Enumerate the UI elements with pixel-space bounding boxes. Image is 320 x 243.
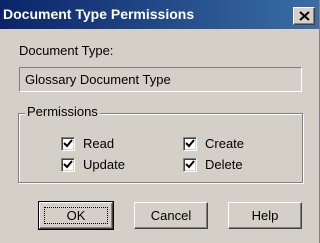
document-type-field: Glossary Document Type — [19, 67, 302, 92]
update-label[interactable]: Update — [83, 157, 125, 172]
read-label[interactable]: Read — [83, 136, 114, 151]
close-button[interactable] — [293, 7, 315, 25]
checkmark-icon — [185, 160, 195, 169]
help-button-label: Help — [251, 208, 279, 223]
delete-label[interactable]: Delete — [205, 157, 243, 172]
close-icon — [299, 11, 310, 21]
ok-button-label: OK — [66, 208, 86, 223]
document-type-label: Document Type: — [19, 43, 114, 58]
delete-checkbox[interactable] — [183, 158, 197, 172]
window-title: Document Type Permissions — [3, 6, 195, 22]
checkmark-icon — [63, 160, 73, 169]
update-checkbox[interactable] — [61, 158, 75, 172]
read-checkbox[interactable] — [61, 137, 75, 151]
document-type-value: Glossary Document Type — [25, 72, 171, 87]
create-label[interactable]: Create — [205, 136, 244, 151]
cancel-button[interactable]: Cancel — [134, 202, 208, 229]
help-button[interactable]: Help — [228, 202, 302, 229]
checkmark-icon — [63, 139, 73, 148]
ok-button[interactable]: OK — [38, 201, 114, 230]
document-type-permissions-dialog: Document Type Permissions Document Type:… — [0, 0, 320, 243]
checkmark-icon — [185, 139, 195, 148]
permissions-legend: Permissions — [25, 104, 100, 119]
create-checkbox[interactable] — [183, 137, 197, 151]
title-bar[interactable]: Document Type Permissions — [0, 0, 319, 30]
cancel-button-label: Cancel — [150, 208, 192, 223]
